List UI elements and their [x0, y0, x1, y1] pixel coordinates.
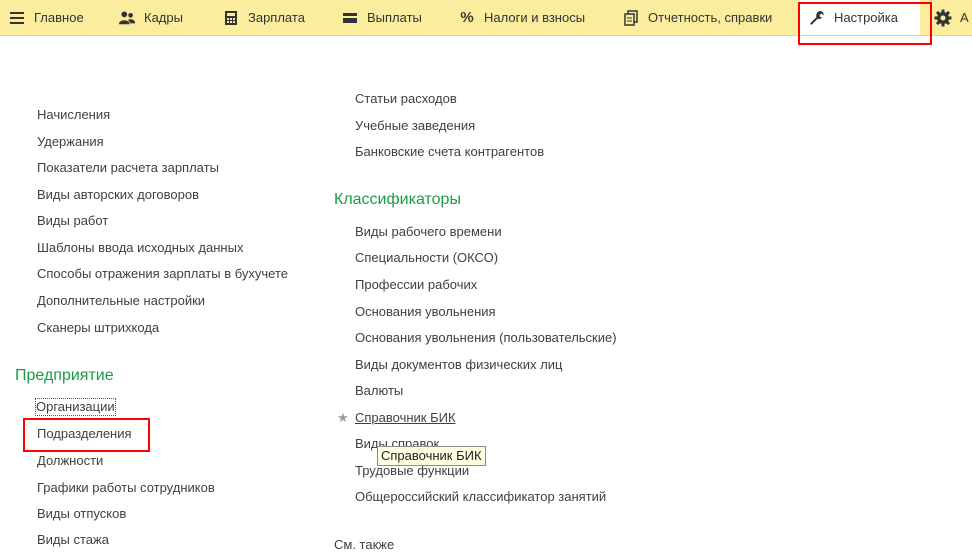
section-title-classifiers: Классификаторы — [334, 191, 461, 208]
link-deductions[interactable]: Удержания — [37, 134, 104, 150]
highlight-settings-tab — [798, 2, 932, 45]
link-counterparty-bank-accounts[interactable]: Банковские счета контрагентов — [355, 144, 544, 160]
link-additional-settings[interactable]: Дополнительные настройки — [37, 293, 205, 309]
tooltip: Справочник БИК — [377, 446, 486, 466]
people-icon — [118, 9, 136, 27]
tab-label: А — [960, 10, 969, 25]
tab-taxes[interactable]: % Налоги и взносы — [458, 0, 585, 35]
link-educational-institutions[interactable]: Учебные заведения — [355, 118, 475, 134]
calculator-icon — [222, 9, 240, 27]
link-id-document-types[interactable]: Виды документов физических лиц — [355, 357, 562, 373]
link-barcode-scanners[interactable]: Сканеры штрихкода — [37, 320, 159, 336]
tab-label: Зарплата — [248, 10, 305, 25]
link-currencies[interactable]: Валюты — [355, 383, 403, 399]
link-expense-items[interactable]: Статьи расходов — [355, 91, 457, 107]
highlight-departments — [23, 418, 150, 452]
section-title-enterprise: Предприятие — [15, 367, 114, 384]
tab-label: Выплаты — [367, 10, 422, 25]
gear-icon — [934, 9, 952, 27]
link-author-contract-types[interactable]: Виды авторских договоров — [37, 187, 199, 203]
link-specialties-okso[interactable]: Специальности (ОКСО) — [355, 250, 498, 266]
tab-salary[interactable]: Зарплата — [222, 0, 305, 35]
tab-label: Налоги и взносы — [484, 10, 586, 25]
link-bik-directory[interactable]: Справочник БИК — [355, 410, 456, 426]
tab-admin[interactable]: А — [934, 0, 969, 35]
wallet-icon — [341, 9, 359, 27]
link-working-time-types[interactable]: Виды рабочего времени — [355, 224, 502, 240]
percent-icon: % — [460, 9, 474, 26]
hamburger-icon — [8, 9, 26, 27]
link-worker-professions[interactable]: Профессии рабочих — [355, 277, 477, 293]
link-dismissal-grounds-custom[interactable]: Основания увольнения (пользовательские) — [355, 330, 617, 346]
star-icon[interactable]: ★ — [337, 410, 349, 426]
link-input-templates[interactable]: Шаблоны ввода исходных данных — [37, 240, 243, 256]
link-occupations-classifier[interactable]: Общероссийский классификатор занятий — [355, 489, 606, 505]
documents-icon — [622, 9, 640, 27]
tab-personnel[interactable]: Кадры — [118, 0, 183, 35]
tab-reports[interactable]: Отчетность, справки — [622, 0, 772, 35]
link-positions[interactable]: Должности — [37, 453, 103, 469]
link-see-also[interactable]: См. также — [334, 537, 394, 553]
tab-payments[interactable]: Выплаты — [341, 0, 422, 35]
tab-label: Кадры — [144, 10, 183, 25]
tab-main[interactable]: Главное — [8, 0, 84, 35]
link-salary-indicators[interactable]: Показатели расчета зарплаты — [37, 160, 219, 176]
link-work-schedules[interactable]: Графики работы сотрудников — [37, 480, 215, 496]
tab-label: Главное — [34, 10, 84, 25]
link-dismissal-grounds[interactable]: Основания увольнения — [355, 304, 496, 320]
link-seniority-types[interactable]: Виды стажа — [37, 532, 109, 548]
link-work-types[interactable]: Виды работ — [37, 213, 108, 229]
link-accounting-methods[interactable]: Способы отражения зарплаты в бухучете — [37, 266, 288, 282]
link-accruals[interactable]: Начисления — [37, 107, 110, 123]
tab-label: Отчетность, справки — [648, 10, 773, 25]
link-organizations[interactable]: Организации — [35, 398, 116, 416]
link-vacation-types[interactable]: Виды отпусков — [37, 506, 126, 522]
